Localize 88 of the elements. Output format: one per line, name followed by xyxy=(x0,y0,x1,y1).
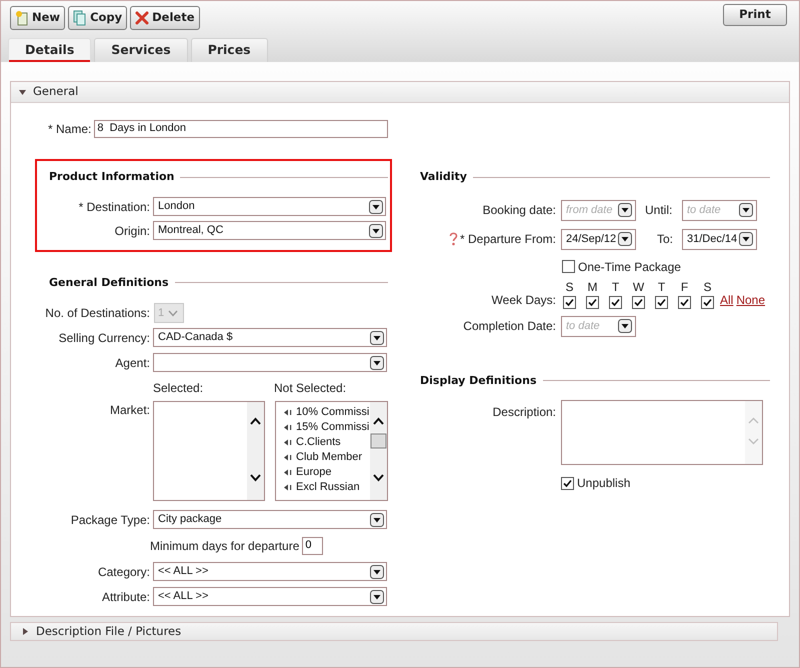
tab[interactable]: Prices xyxy=(190,38,268,62)
field-label: Attribute: xyxy=(100,588,150,606)
field-label: Origin: xyxy=(114,222,150,240)
weekday-letter: T xyxy=(612,280,620,294)
field-label: Market: xyxy=(108,402,150,419)
field-label: Category: xyxy=(96,564,150,580)
delete-icon xyxy=(135,11,150,25)
print-button[interactable]: Print xyxy=(723,4,787,26)
section-heading: Validity xyxy=(420,169,467,185)
new-document-icon xyxy=(15,10,29,26)
toolbar-button[interactable]: New xyxy=(10,6,66,30)
field-label: Booking date: xyxy=(482,202,556,219)
checkbox-label: One-Time Package xyxy=(578,258,681,276)
tab[interactable]: Services xyxy=(94,38,188,62)
all-link[interactable]: All xyxy=(720,290,734,308)
checkbox[interactable] xyxy=(561,476,574,490)
none-link[interactable]: None xyxy=(736,290,766,308)
weekday-checkbox[interactable] xyxy=(632,296,645,308)
speaker-icon xyxy=(284,469,292,476)
date-field[interactable]: 31/Dec/14 xyxy=(682,228,757,250)
list-heading: Not Selected: xyxy=(274,380,346,397)
weekday-letter: W xyxy=(632,280,644,294)
field-label: Selling Currency: xyxy=(58,330,150,346)
field-label: No. of Destinations: xyxy=(44,305,150,322)
not-selected-list[interactable]: 10% Commissi 15% Commissi C.Clients Club Member Europe Excl Russian xyxy=(275,401,388,501)
speaker-icon xyxy=(284,454,292,461)
chevron-down-icon xyxy=(168,310,178,316)
help-icon[interactable] xyxy=(448,232,458,246)
field-label: To: xyxy=(656,231,674,248)
dropdown-select[interactable]: << ALL >> xyxy=(153,562,387,581)
collapse-triangle-icon xyxy=(19,88,26,96)
weekday-checkbox[interactable] xyxy=(701,296,714,308)
section-header[interactable]: Description File / Pictures xyxy=(10,622,778,641)
field-label: Week Days: xyxy=(490,292,556,308)
weekday-letter: S xyxy=(565,280,574,294)
list-heading: Selected: xyxy=(153,380,204,397)
dropdown-select[interactable]: << ALL >> xyxy=(153,587,387,606)
speaker-icon xyxy=(284,484,292,491)
field-label: Completion Date: xyxy=(462,318,556,335)
dropdown-select[interactable] xyxy=(153,353,387,372)
weekday-letter: T xyxy=(658,280,666,294)
section-heading: General Definitions xyxy=(49,274,169,290)
checkbox[interactable] xyxy=(562,260,575,273)
date-field[interactable]: 24/Sep/12 xyxy=(561,228,636,250)
dropdown-select[interactable]: Montreal, QC xyxy=(153,221,386,240)
list-item[interactable]: C.Clients xyxy=(284,435,370,450)
field-label: * Departure From: xyxy=(460,231,556,248)
list-item[interactable]: Excl Russian xyxy=(284,480,370,495)
copy-icon xyxy=(73,10,88,26)
field-label: Until: xyxy=(645,202,674,219)
weekday-letter: F xyxy=(680,280,688,294)
field-label: Agent: xyxy=(114,354,150,372)
scrollbar[interactable] xyxy=(247,402,264,500)
description-textarea[interactable] xyxy=(561,400,763,465)
speaker-icon xyxy=(284,439,292,446)
weekday-letter: M xyxy=(588,280,598,294)
section-heading: Display Definitions xyxy=(420,372,536,388)
list-item[interactable]: 15% Commissi xyxy=(284,420,370,435)
weekday-letter: S xyxy=(703,280,712,294)
number-input[interactable]: 0 xyxy=(302,536,324,554)
dropdown-select[interactable]: London xyxy=(153,197,386,216)
toolbar-button[interactable]: Delete xyxy=(130,6,200,30)
scrollbar[interactable] xyxy=(745,401,762,464)
list-item[interactable]: Club Member xyxy=(284,450,370,465)
name-input[interactable]: 8 Days in London xyxy=(94,120,388,138)
field-label: * Destination: xyxy=(78,198,150,216)
dropdown-select[interactable]: City package xyxy=(153,510,387,529)
toolbar-button[interactable]: Copy xyxy=(68,6,128,30)
speaker-icon xyxy=(284,409,292,416)
list-item[interactable]: 10% Commissi xyxy=(284,405,370,420)
weekday-checkbox[interactable] xyxy=(586,296,599,308)
weekday-checkbox[interactable] xyxy=(678,296,691,308)
weekday-checkbox[interactable] xyxy=(563,296,576,308)
list-item[interactable]: Europe xyxy=(284,465,370,480)
field-label: Description: xyxy=(492,404,556,421)
field-label: Minimum days for departure xyxy=(150,538,300,554)
checkbox-label: Unpublish xyxy=(577,475,630,492)
expand-triangle-icon xyxy=(22,628,29,635)
tab[interactable]: Details xyxy=(8,38,92,62)
speaker-icon xyxy=(284,424,292,431)
field-label: * Name: xyxy=(48,121,92,138)
dropdown-select[interactable]: CAD-Canada $ xyxy=(153,328,387,347)
weekday-checkbox[interactable] xyxy=(655,296,668,308)
section-header[interactable]: General xyxy=(11,82,789,103)
scrollbar[interactable] xyxy=(370,402,387,500)
weekday-checkbox[interactable] xyxy=(609,296,622,308)
field-label: Package Type: xyxy=(70,512,150,528)
section-heading: Product Information xyxy=(49,169,174,185)
